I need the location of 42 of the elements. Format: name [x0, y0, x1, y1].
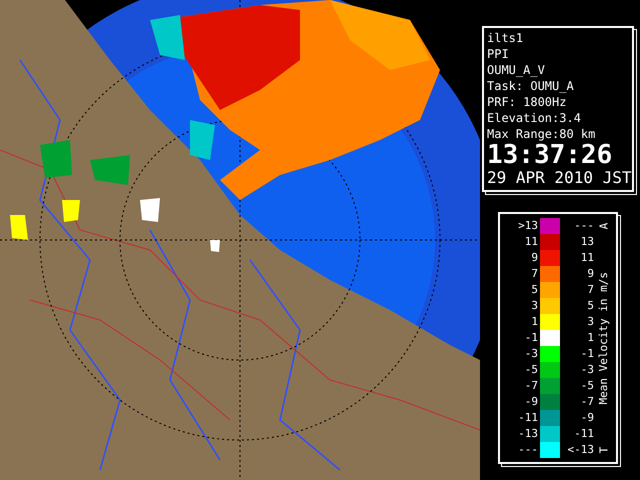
- info-line: ilts1: [487, 30, 524, 46]
- legend-label: -1: [580, 346, 595, 362]
- legend-label: 3: [586, 314, 595, 330]
- legend-label: -5: [580, 378, 595, 394]
- legend-label: 5: [586, 298, 595, 314]
- time-text: 13:37:26: [487, 142, 614, 168]
- info-line: PPI: [487, 46, 510, 62]
- legend-label: 7: [586, 282, 595, 298]
- legend-label: 7: [530, 266, 539, 282]
- legend-label: -7: [580, 394, 595, 410]
- legend-label: ---: [517, 442, 539, 458]
- legend-label: 11: [524, 234, 539, 250]
- legend-label: -3: [580, 362, 595, 378]
- legend-label: -3: [524, 346, 539, 362]
- legend-title: Mean Velocity in m/s: [596, 272, 611, 404]
- legend-label: 9: [586, 266, 595, 282]
- legend-label: -9: [524, 394, 539, 410]
- legend-label: -1: [524, 330, 539, 346]
- legend-label: >13: [517, 218, 539, 234]
- legend-label: -5: [524, 362, 539, 378]
- legend-label: 1: [530, 314, 539, 330]
- legend-label: 1: [586, 330, 595, 346]
- legend-label: <-13: [566, 442, 595, 458]
- legend-bottom-mark: T: [598, 446, 610, 454]
- info-line: OUMU_A_V: [487, 62, 546, 78]
- legend-label: -9: [580, 410, 595, 426]
- legend-label: -11: [573, 426, 595, 442]
- legend-label: -11: [517, 410, 539, 426]
- legend-label: 11: [580, 250, 595, 266]
- legend-label: 9: [530, 250, 539, 266]
- legend-top-mark: A: [598, 222, 610, 230]
- date-text: 29 APR 2010 JST: [487, 168, 629, 188]
- legend-label: 5: [530, 282, 539, 298]
- legend-label: 13: [580, 234, 595, 250]
- info-line: PRF: 1800Hz: [487, 94, 568, 110]
- info-line: Task: OUMU_A: [487, 78, 575, 94]
- legend-label: -13: [517, 426, 539, 442]
- legend-label: ---: [573, 218, 595, 234]
- info-line: Elevation:3.4: [487, 110, 582, 126]
- info-line: Max Range:80 km: [487, 126, 596, 142]
- legend-label: -7: [524, 378, 539, 394]
- legend-label: 3: [530, 298, 539, 314]
